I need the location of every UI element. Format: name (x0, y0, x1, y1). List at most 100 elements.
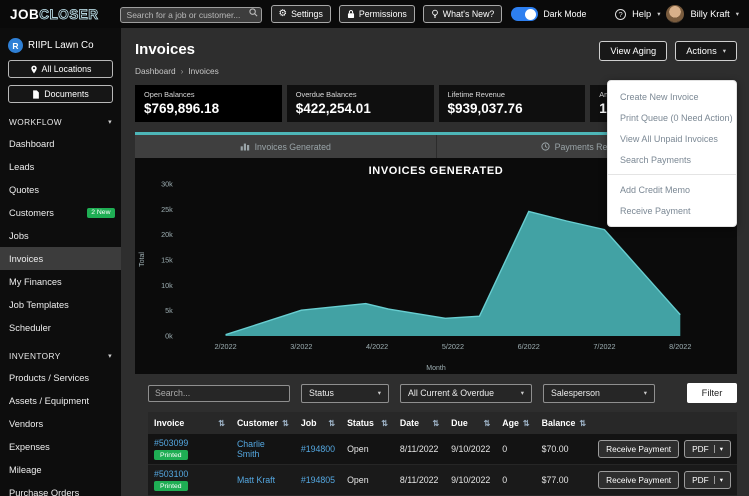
menu-item-view-all-unpaid-invoices[interactable]: View All Unpaid Invoices (608, 128, 736, 149)
column-header-age[interactable]: Age⇅ (496, 412, 535, 434)
chevron-down-icon: ▾ (736, 10, 739, 18)
column-header-date[interactable]: Date⇅ (394, 412, 445, 434)
sidebar-item-label: Customers (9, 208, 54, 218)
user-menu[interactable]: Billy Kraft (690, 9, 729, 19)
new-count-badge: 2 New (87, 208, 115, 218)
receive-payment-button[interactable]: Receive Payment (598, 471, 679, 489)
sidebar-section-inventory[interactable]: INVENTORY▾ (0, 345, 121, 366)
tab-invoices-generated[interactable]: Invoices Generated (135, 135, 436, 158)
sidebar-item-my-finances[interactable]: My Finances (0, 270, 121, 293)
stat-value: $422,254.01 (296, 101, 425, 116)
sidebar-item-jobs[interactable]: Jobs (0, 224, 121, 247)
main-content: Invoices Dashboard›Invoices View Aging A… (121, 28, 749, 496)
column-header-customer[interactable]: Customer ⇅ (231, 412, 295, 434)
status-cell: Open (341, 434, 394, 465)
menu-item-print-queue-0-need-action[interactable]: Print Queue (0 Need Action) (608, 107, 736, 128)
sidebar-item-label: Quotes (9, 185, 39, 195)
table-section: Status ▾ All Current & Overdue ▾ Salesperson… (135, 383, 737, 496)
company-avatar: R (8, 38, 23, 53)
all-locations-button[interactable]: All Locations (8, 60, 113, 78)
job-link[interactable]: #194800 (301, 444, 335, 454)
column-label: Status (347, 418, 374, 428)
sidebar-item-mileage[interactable]: Mileage (0, 458, 121, 481)
sidebar-item-invoices[interactable]: Invoices (0, 247, 121, 270)
actions-button[interactable]: Actions▾ (675, 41, 737, 61)
salesperson-select[interactable]: Salesperson▾ (543, 384, 655, 403)
sidebar-item-label: My Finances (9, 277, 62, 287)
pdf-button[interactable]: PDF▾ (684, 471, 731, 489)
company-selector[interactable]: R RIIPL Lawn Co (8, 38, 113, 53)
column-header-due[interactable]: Due⇅ (445, 412, 496, 434)
select-value: All Current & Overdue (408, 388, 494, 398)
sidebar-section-workflow[interactable]: WORKFLOW▾ (0, 111, 121, 132)
view-aging-button[interactable]: View Aging (599, 41, 667, 61)
menu-item-receive-payment[interactable]: Receive Payment (608, 200, 736, 221)
svg-text:6/2022: 6/2022 (518, 342, 540, 351)
chevron-down-icon: ▾ (521, 389, 524, 397)
invoice-link[interactable]: #503099 (154, 438, 225, 448)
column-header-invoice[interactable]: Invoice⇅ (148, 412, 231, 434)
chevron-down-icon: ▾ (378, 389, 381, 397)
help-icon: ? (615, 9, 626, 20)
sidebar-item-customers[interactable]: Customers 2 New (0, 201, 121, 224)
sidebar-item-products-services[interactable]: Products / Services (0, 366, 121, 389)
customer-link[interactable]: Charlie Smith (237, 439, 265, 459)
sidebar-item-leads[interactable]: Leads (0, 155, 121, 178)
column-header-balance[interactable]: Balance⇅ (536, 412, 592, 434)
sidebar-item-dashboard[interactable]: Dashboard (0, 132, 121, 155)
sidebar-item-vendors[interactable]: Vendors (0, 412, 121, 435)
customer-link[interactable]: Matt Kraft (237, 475, 275, 485)
sort-icon[interactable]: ⇅ (328, 419, 335, 428)
sort-icon[interactable]: ⇅ (381, 419, 388, 428)
sidebar-nav: WORKFLOW▾DashboardLeads Quotes Customers 2 … (0, 111, 121, 496)
settings-button[interactable]: ⚙Settings (271, 5, 331, 23)
help-menu[interactable]: Help (632, 9, 651, 19)
svg-text:2/2022: 2/2022 (214, 342, 236, 351)
sort-icon[interactable]: ⇅ (484, 419, 491, 428)
sidebar-item-scheduler[interactable]: Scheduler (0, 316, 121, 339)
select-value: Status (309, 388, 334, 398)
permissions-button[interactable]: Permissions (339, 5, 415, 23)
toggle-knob (525, 9, 536, 20)
menu-item-add-credit-memo[interactable]: Add Credit Memo (608, 179, 736, 200)
dark-mode-control: Dark Mode (511, 7, 586, 21)
chevron-down-icon: ▾ (723, 47, 726, 55)
job-cell: #194800 (295, 434, 341, 465)
column-label: Customer (237, 418, 278, 428)
sort-icon[interactable]: ⇅ (282, 419, 289, 428)
what-s-new-button[interactable]: What's New? (423, 5, 503, 23)
all-current-overdue-select[interactable]: All Current & Overdue ▾ (400, 384, 532, 403)
receive-payment-button[interactable]: Receive Payment (598, 440, 679, 458)
breadcrumb-item: Invoices (188, 66, 218, 76)
svg-text:30k: 30k (161, 179, 173, 188)
job-link[interactable]: #194805 (301, 475, 335, 485)
menu-item-search-payments[interactable]: Search Payments (608, 149, 736, 170)
filter-button[interactable]: Filter (687, 383, 737, 403)
sort-icon[interactable]: ⇅ (579, 419, 586, 428)
column-header-job[interactable]: Job⇅ (295, 412, 341, 434)
sidebar-item-purchase-orders[interactable]: Purchase Orders (0, 481, 121, 496)
global-search-input[interactable] (120, 7, 262, 23)
status-select[interactable]: Status ▾ (301, 384, 389, 403)
table-search-input[interactable] (148, 385, 290, 402)
sort-icon[interactable]: ⇅ (432, 419, 439, 428)
user-avatar[interactable] (666, 5, 684, 23)
column-header-status[interactable]: Status ⇅ (341, 412, 394, 434)
dark-mode-toggle[interactable] (511, 7, 538, 21)
header-buttons: ⚙Settings Permissions What's New? (271, 5, 503, 23)
documents-button[interactable]: Documents (8, 85, 113, 103)
chevron-down-icon: ▾ (657, 10, 660, 18)
sort-icon[interactable]: ⇅ (523, 419, 530, 428)
sidebar-item-quotes[interactable]: Quotes (0, 178, 121, 201)
stat-card-open-balances: Open Balances$769,896.18 (135, 85, 282, 122)
sort-icon[interactable]: ⇅ (218, 419, 225, 428)
sidebar-item-expenses[interactable]: Expenses (0, 435, 121, 458)
pdf-button[interactable]: PDF▾ (684, 440, 731, 458)
menu-item-create-new-invoice[interactable]: Create New Invoice (608, 86, 736, 107)
invoice-link[interactable]: #503100 (154, 469, 225, 479)
breadcrumb-item[interactable]: Dashboard (135, 66, 176, 76)
sidebar-item-job-templates[interactable]: Job Templates (0, 293, 121, 316)
svg-text:20k: 20k (161, 230, 173, 239)
sidebar-item-assets-equipment[interactable]: Assets / Equipment (0, 389, 121, 412)
svg-text:5/2022: 5/2022 (442, 342, 464, 351)
